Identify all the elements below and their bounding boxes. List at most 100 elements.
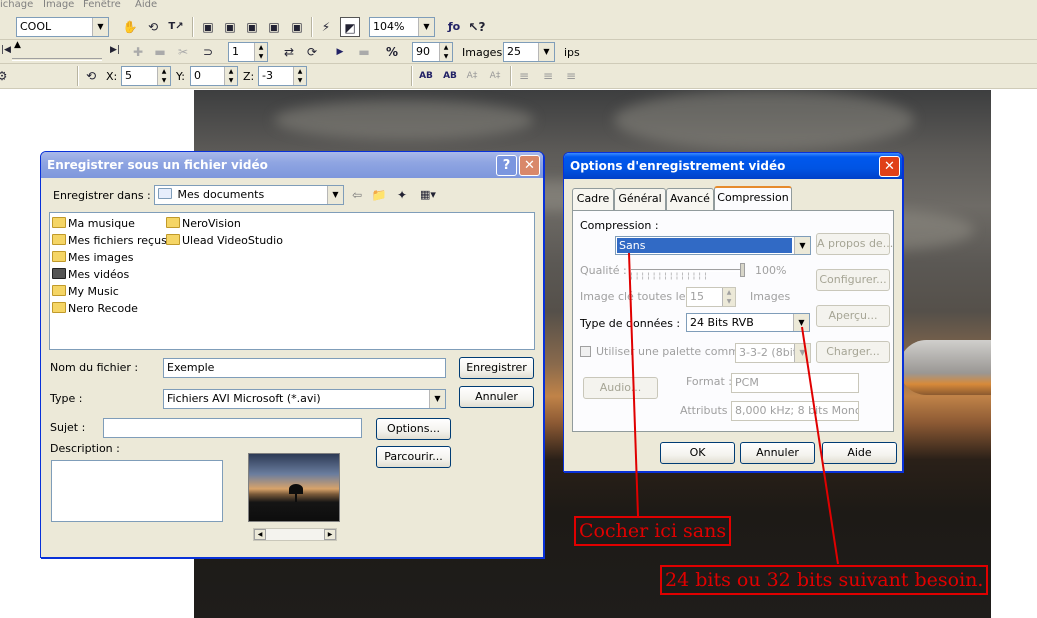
list-item[interactable]: Mes vidéos — [52, 268, 129, 282]
palette-value: 3-3-2 (8bit) — [739, 346, 802, 359]
list-item[interactable]: Mes fichiers reçus — [52, 234, 167, 248]
load-button: Charger... — [816, 341, 890, 363]
preset-select[interactable]: COOL ▼ — [16, 17, 109, 37]
tool-icon[interactable]: ⚙ — [0, 66, 12, 86]
folder-icon — [166, 217, 180, 228]
annotation-note-2: 24 bits ou 32 bits suivant besoin. — [660, 565, 989, 595]
type-select[interactable]: Fichiers AVI Microsoft (*.avi) ▼ — [163, 389, 446, 409]
menu-fenetre[interactable]: Fenêtre — [83, 0, 121, 10]
help-icon[interactable]: ? — [496, 155, 517, 176]
scroll-left-icon[interactable]: ◀ — [254, 529, 266, 540]
save-in-select[interactable]: Mes documents ▼ — [154, 185, 344, 205]
subject-input[interactable] — [103, 418, 362, 438]
cancel-button[interactable]: Annuler — [459, 386, 534, 408]
percent-icon[interactable]: % — [382, 42, 402, 62]
close-icon[interactable]: ✕ — [519, 155, 540, 176]
menu-aide[interactable]: Aide — [135, 0, 157, 10]
browse-button[interactable]: Parcourir... — [376, 446, 451, 468]
image-edit-icon[interactable]: ◩ — [340, 17, 360, 37]
filename-input[interactable]: Exemple — [163, 358, 446, 378]
text-ab-2-icon[interactable]: AB — [440, 66, 460, 86]
object-tool-3-icon[interactable]: ▣ — [242, 17, 262, 37]
menu-affichage[interactable]: ichage — [0, 0, 33, 10]
toolbar-timeline: |◀ ▲ ▶| ✚ ▬ ✂ ⊃ 1 ▲ ▼ ⇄ ⟳ ▶ ▬ % 90 ▲ ▼ Ima… — [0, 40, 1037, 64]
tab-general[interactable]: Général — [614, 188, 666, 210]
quality-label: Qualité : — [580, 264, 627, 277]
hand-icon[interactable]: ✋ — [120, 17, 140, 37]
toolbar-separator — [192, 17, 194, 37]
swap-icon[interactable]: ⇄ — [279, 42, 299, 62]
next-frame-icon[interactable]: ▶| — [105, 40, 125, 60]
options-button[interactable]: Options... — [376, 418, 451, 440]
object-tool-1-icon[interactable]: ▣ — [198, 17, 218, 37]
tab-avance[interactable]: Avancé — [666, 188, 714, 210]
timeline-slider[interactable] — [12, 58, 102, 61]
new-folder-icon[interactable]: ✦ — [392, 185, 412, 205]
menu-image[interactable]: Image — [43, 0, 74, 10]
help-pointer-icon[interactable]: ↖? — [467, 17, 487, 37]
chevron-down-icon[interactable]: ▼ — [538, 43, 554, 61]
options-dialog-title: Options d'enregistrement vidéo — [570, 159, 786, 173]
preview-button: Aperçu... — [816, 305, 890, 327]
spinner-icon[interactable]: ▲ ▼ — [254, 43, 267, 61]
play-icon[interactable]: ▶ — [330, 42, 350, 62]
save-button[interactable]: Enregistrer — [459, 357, 534, 379]
chevron-down-icon[interactable]: ▼ — [429, 390, 445, 408]
x-field[interactable]: 5 ▲ ▼ — [121, 66, 171, 86]
text-tool-icon[interactable]: T↗ — [166, 17, 186, 37]
spinner-icon[interactable]: ▲ ▼ — [439, 43, 452, 61]
chevron-down-icon[interactable]: ▼ — [418, 18, 434, 36]
list-item[interactable]: Nero Recode — [52, 302, 138, 316]
help-button[interactable]: Aide — [822, 442, 897, 464]
list-item[interactable]: Ulead VideoStudio — [166, 234, 283, 248]
rotate-tool-icon[interactable]: ⟲ — [143, 17, 163, 37]
rotate3d-icon[interactable]: ⟲ — [81, 66, 101, 86]
spinner-icon[interactable]: ▲ ▼ — [157, 67, 170, 85]
fx-tool-icon[interactable]: ƒo — [444, 17, 464, 37]
compression-select[interactable]: Sans ▼ — [615, 236, 811, 255]
list-item[interactable]: Mes images — [52, 251, 133, 265]
y-field[interactable]: 0 ▲ ▼ — [190, 66, 238, 86]
file-list[interactable]: Ma musique Mes fichiers reçus Mes images… — [49, 212, 535, 350]
tab-compression[interactable]: Compression — [714, 186, 792, 210]
chevron-down-icon[interactable]: ▼ — [793, 314, 809, 331]
cancel-button[interactable]: Annuler — [740, 442, 815, 464]
text-ab-1-icon[interactable]: AB — [416, 66, 436, 86]
chevron-down-icon[interactable]: ▼ — [794, 237, 810, 254]
chevron-down-icon[interactable]: ▼ — [327, 186, 343, 204]
subject-label: Sujet : — [50, 421, 86, 434]
back-icon[interactable]: ⇦ — [347, 185, 367, 205]
object-tool-4-icon[interactable]: ▣ — [264, 17, 284, 37]
z-value: -3 — [262, 69, 273, 82]
spinner-icon[interactable]: ▲ ▼ — [224, 67, 237, 85]
frame-field[interactable]: 1 ▲ ▼ — [228, 42, 268, 62]
list-item[interactable]: NeroVision — [166, 217, 241, 231]
datatype-label: Type de données : — [580, 317, 681, 330]
datatype-select[interactable]: 24 Bits RVB ▼ — [686, 313, 810, 332]
toolbar-separator — [311, 17, 313, 37]
chevron-down-icon[interactable]: ▼ — [92, 18, 108, 36]
slider-marker-icon[interactable]: ▲ — [14, 40, 21, 50]
magic-wand-icon[interactable]: ⚡ — [316, 17, 336, 37]
object-tool-5-icon[interactable]: ▣ — [287, 17, 307, 37]
menu-bar: ichage Image Fenêtre Aide — [0, 0, 1037, 12]
tab-cadre[interactable]: Cadre — [572, 188, 614, 210]
scroll-right-icon[interactable]: ▶ — [324, 529, 336, 540]
view-menu-icon[interactable]: ▦▾ — [418, 185, 438, 205]
zoom-select[interactable]: 104% ▼ — [369, 17, 435, 37]
object-tool-2-icon[interactable]: ▣ — [220, 17, 240, 37]
ok-button[interactable]: OK — [660, 442, 735, 464]
list-item[interactable]: Ma musique — [52, 217, 135, 231]
spinner-icon[interactable]: ▲ ▼ — [293, 67, 306, 85]
save-dialog-title: Enregistrer sous un fichier vidéo — [47, 158, 268, 172]
images-field[interactable]: 90 ▲ ▼ — [412, 42, 453, 62]
close-icon[interactable]: ✕ — [879, 156, 900, 177]
loop-icon[interactable]: ⟳ — [302, 42, 322, 62]
z-field[interactable]: -3 ▲ ▼ — [258, 66, 307, 86]
fps-select[interactable]: 25 ▼ — [503, 42, 555, 62]
description-input[interactable] — [51, 460, 223, 522]
thumbnail-scrollbar[interactable]: ◀ ▶ — [253, 528, 337, 541]
up-folder-icon[interactable]: 📁 — [369, 185, 389, 205]
list-item[interactable]: My Music — [52, 285, 119, 299]
loop-back-icon[interactable]: ⊃ — [198, 42, 218, 62]
